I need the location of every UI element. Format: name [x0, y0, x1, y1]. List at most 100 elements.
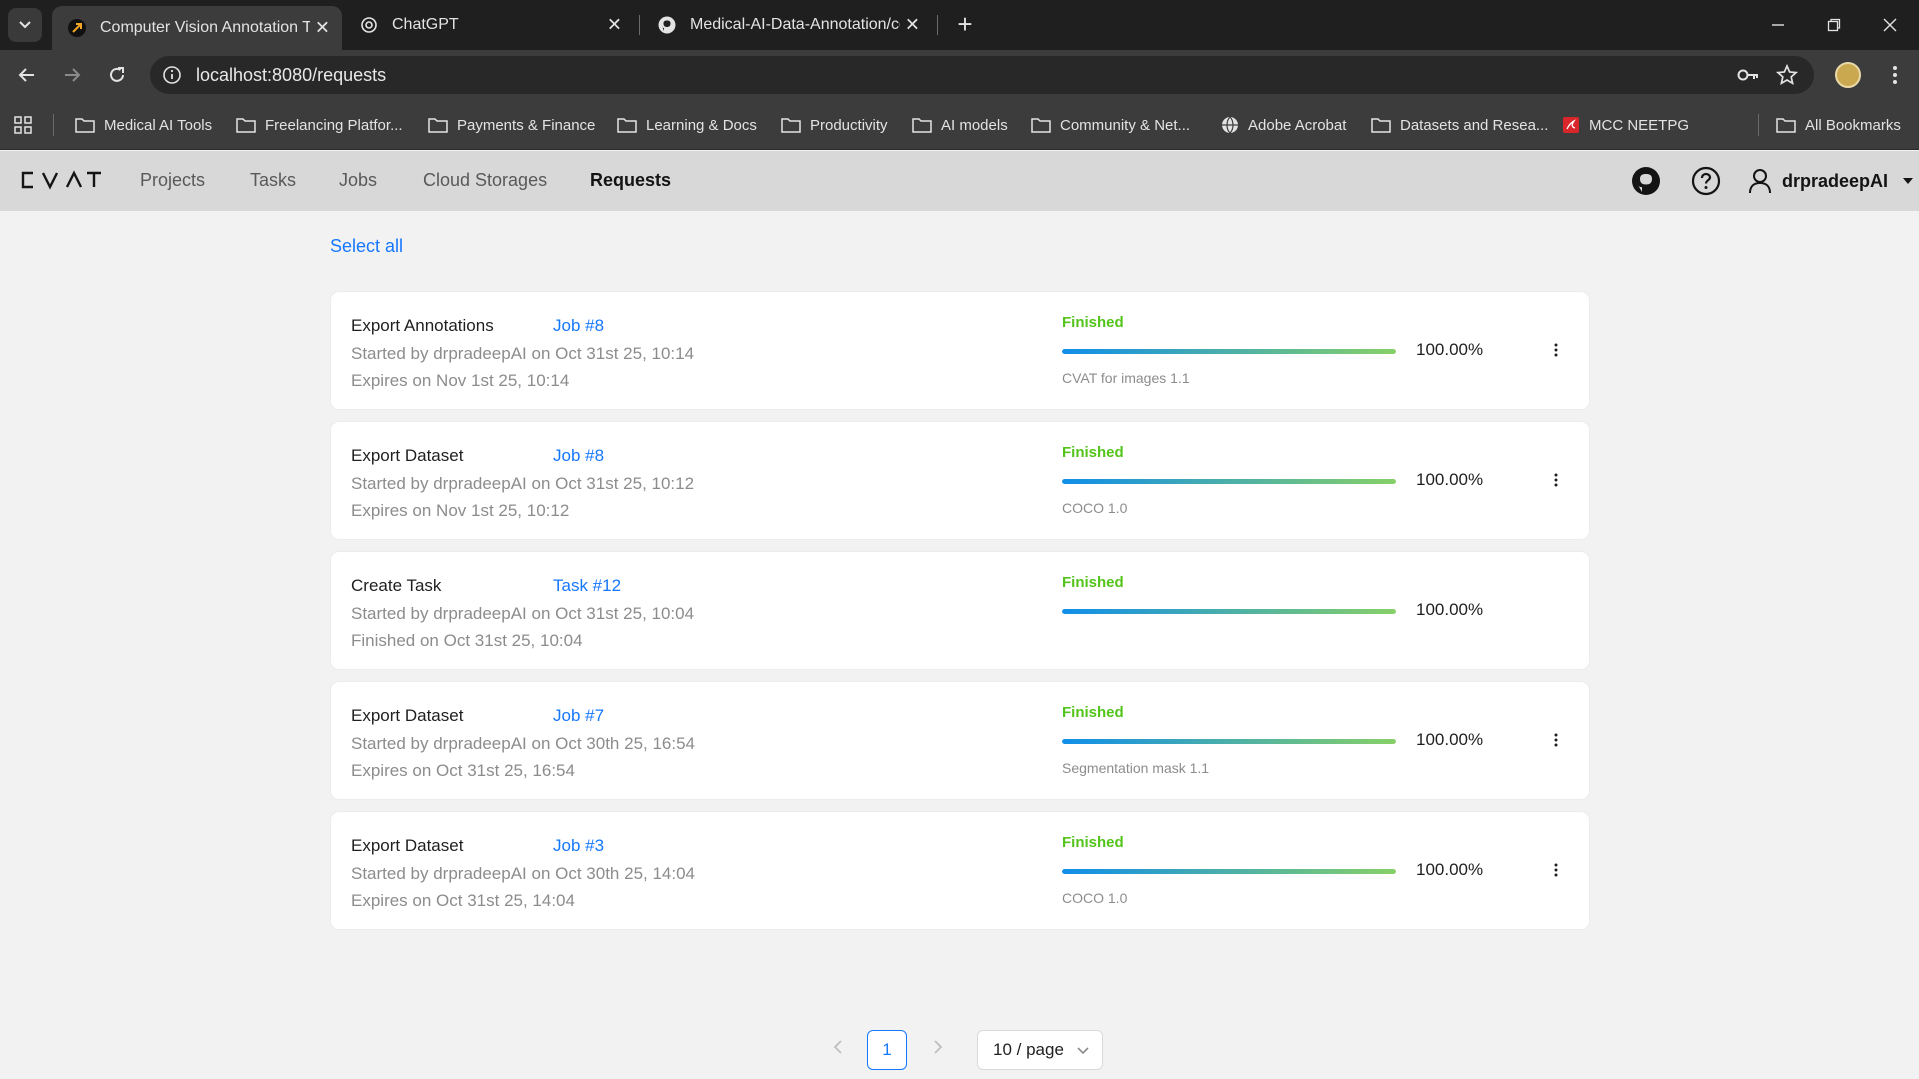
progress-bar — [1062, 349, 1396, 354]
site-info-icon[interactable] — [162, 65, 182, 90]
cvat-favicon-icon — [66, 17, 88, 39]
progress-percent: 100.00% — [1416, 340, 1484, 359]
bookmark-label: Medical AI Tools — [104, 116, 213, 134]
bookmark-adobe-acrobat[interactable]: Adobe Acrobat — [1221, 113, 1346, 137]
folder-icon — [236, 118, 256, 133]
request-expires: Expires on Oct 31st 25, 16:54 — [351, 761, 575, 780]
github-icon[interactable] — [1630, 165, 1662, 197]
password-key-icon[interactable] — [1736, 65, 1760, 90]
close-tab-icon[interactable]: ✕ — [315, 18, 330, 39]
export-format: COCO 1.0 — [1062, 500, 1128, 516]
all-bookmarks[interactable]: All Bookmarks — [1776, 113, 1901, 137]
progress-fill — [1062, 869, 1396, 874]
new-tab-icon[interactable]: + — [950, 10, 980, 40]
folder-icon — [75, 118, 95, 133]
pagination-current-page[interactable]: 1 — [867, 1030, 907, 1070]
request-target-link[interactable]: Job #8 — [553, 316, 604, 336]
request-card: Create Task Task #12 Started by drpradee… — [331, 552, 1589, 669]
pagination-prev-icon[interactable] — [826, 1035, 850, 1059]
url-text: localhost:8080/requests — [196, 65, 387, 85]
bookmark-label: Datasets and Resea... — [1400, 116, 1549, 134]
bookmark-medical-ai-tools[interactable]: Medical AI Tools — [75, 113, 212, 137]
app-header: Projects Tasks Jobs Cloud Storages Reque… — [0, 151, 1919, 211]
bookmark-learning-docs[interactable]: Learning & Docs — [617, 113, 757, 137]
progress-fill — [1062, 349, 1396, 354]
bookmark-datasets-research[interactable]: Datasets and Resea... — [1371, 113, 1548, 137]
close-window-icon[interactable] — [1870, 8, 1910, 42]
request-action: Export Dataset — [351, 706, 464, 725]
browser-tab[interactable]: Medical-AI-Data-Annotation/co ✕ — [642, 6, 932, 44]
nav-projects[interactable]: Projects — [140, 170, 205, 191]
export-format: CVAT for images 1.1 — [1062, 370, 1190, 386]
request-started: Started by drpradeepAI on Oct 30th 25, 1… — [351, 864, 696, 883]
bookmark-label: AI models — [941, 116, 1008, 134]
more-actions-icon[interactable] — [1545, 858, 1567, 882]
bookmark-mcc-neetpg[interactable]: MCC NEETPG — [1562, 113, 1689, 137]
request-finished: Finished on Oct 31st 25, 10:04 — [351, 631, 583, 650]
user-icon — [1749, 169, 1771, 194]
restore-icon[interactable] — [1814, 8, 1854, 42]
pdf-icon — [1563, 117, 1579, 133]
request-target-link[interactable]: Task #12 — [553, 576, 621, 596]
bookmark-label: Freelancing Platfor... — [265, 116, 403, 134]
request-expires: Expires on Oct 31st 25, 14:04 — [351, 891, 575, 910]
bookmark-ai-models[interactable]: AI models — [912, 113, 1008, 137]
browser-menu-icon[interactable] — [1880, 60, 1910, 90]
folder-icon — [617, 118, 637, 133]
pagination-next-icon[interactable] — [926, 1035, 950, 1059]
folder-icon — [1371, 118, 1391, 133]
progress-bar — [1062, 869, 1396, 874]
nav-tasks[interactable]: Tasks — [250, 170, 296, 191]
request-target-link[interactable]: Job #7 — [553, 706, 604, 726]
bookmark-payments-finance[interactable]: Payments & Finance — [428, 113, 595, 137]
request-card: Export Dataset Job #7 Started by drprade… — [331, 682, 1589, 799]
nav-requests[interactable]: Requests — [590, 170, 671, 191]
apps-grid-icon[interactable] — [14, 113, 41, 137]
openai-icon — [358, 14, 380, 36]
tab-title: Medical-AI-Data-Annotation/co — [690, 16, 900, 33]
tab-separator — [639, 15, 640, 35]
progress-percent: 100.00% — [1416, 470, 1484, 489]
caret-down-icon — [1903, 178, 1914, 184]
bookmark-label: Payments & Finance — [457, 116, 596, 134]
export-format: Segmentation mask 1.1 — [1062, 760, 1210, 776]
bookmark-star-icon[interactable] — [1775, 63, 1799, 91]
request-card: Export Dataset Job #3 Started by drprade… — [331, 812, 1589, 929]
nav-cloud-storages[interactable]: Cloud Storages — [423, 170, 547, 191]
help-icon[interactable] — [1690, 165, 1722, 197]
back-icon[interactable] — [10, 58, 44, 92]
bookmark-freelancing[interactable]: Freelancing Platfor... — [236, 113, 403, 137]
request-started: Started by drpradeepAI on Oct 31st 25, 1… — [351, 474, 695, 493]
nav-jobs[interactable]: Jobs — [339, 170, 377, 191]
tab-search-button[interactable] — [8, 8, 42, 42]
close-tab-icon[interactable]: ✕ — [607, 15, 622, 36]
request-target-link[interactable]: Job #3 — [553, 836, 604, 856]
progress-percent: 100.00% — [1416, 860, 1484, 879]
page-size-select[interactable]: 10 / page — [977, 1030, 1103, 1070]
tab-title: ChatGPT — [392, 16, 459, 33]
more-actions-icon[interactable] — [1545, 338, 1567, 362]
progress-bar — [1062, 739, 1396, 744]
user-menu[interactable]: drpradeepAI — [1748, 165, 1914, 197]
browser-tab[interactable]: ChatGPT ✕ — [344, 6, 634, 44]
more-actions-icon[interactable] — [1545, 468, 1567, 492]
bookmark-productivity[interactable]: Productivity — [781, 113, 888, 137]
close-tab-icon[interactable]: ✕ — [905, 15, 920, 36]
request-card: Export Annotations Job #8 Started by drp… — [331, 292, 1589, 409]
address-bar[interactable]: localhost:8080/requests — [150, 56, 1814, 94]
request-target-link[interactable]: Job #8 — [553, 446, 604, 466]
progress-bar — [1062, 609, 1396, 614]
browser-tab-active[interactable]: Computer Vision Annotation To ✕ — [52, 6, 342, 50]
request-action: Export Dataset — [351, 446, 464, 465]
select-all-link[interactable]: Select all — [330, 236, 403, 257]
progress-percent: 100.00% — [1416, 730, 1484, 749]
forward-icon[interactable] — [55, 58, 89, 92]
profile-avatar-icon[interactable] — [1835, 62, 1861, 88]
cvat-logo[interactable] — [19, 169, 101, 196]
all-bookmarks-label: All Bookmarks — [1805, 116, 1901, 134]
more-actions-icon[interactable] — [1545, 728, 1567, 752]
bookmark-community[interactable]: Community & Net... — [1031, 113, 1190, 137]
minimize-icon[interactable] — [1758, 8, 1798, 42]
progress-percent: 100.00% — [1416, 600, 1484, 619]
reload-icon[interactable] — [100, 58, 134, 92]
